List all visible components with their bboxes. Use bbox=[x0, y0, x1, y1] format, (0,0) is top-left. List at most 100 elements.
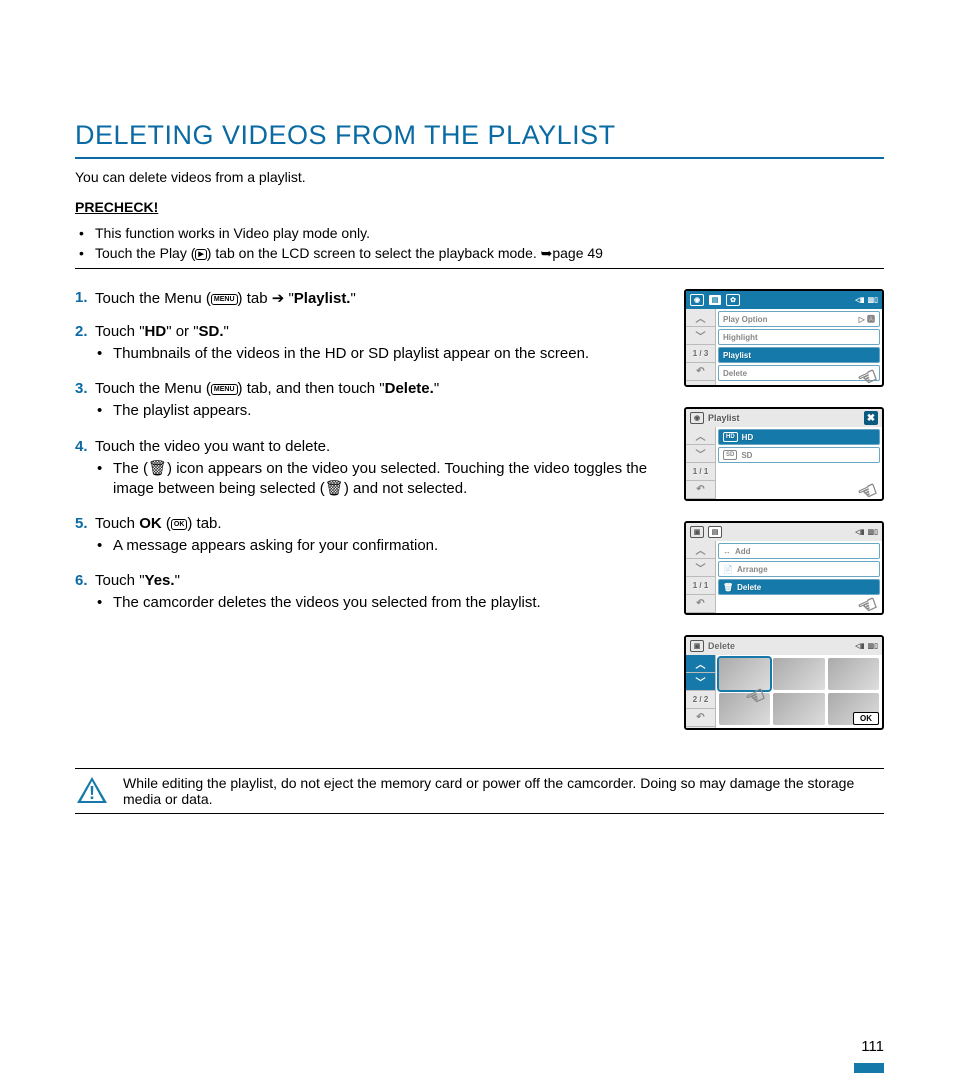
up-button[interactable]: ︿ bbox=[686, 309, 715, 327]
step-bullet: A message appears asking for your confir… bbox=[95, 536, 654, 556]
battery-icon: ▥▯ bbox=[868, 642, 878, 650]
screen-menu-playlist: ◉ ▤ ✿ ◁▮ ▥▯ ︿ ﹀ 1 / 3 ↶ Play Option ▷ 🅰 Hig… bbox=[684, 289, 884, 387]
menu-icon: MENU bbox=[211, 294, 238, 305]
precheck-item: Touch the Play () tab on the LCD screen … bbox=[75, 243, 884, 264]
svg-text:!: ! bbox=[89, 783, 95, 803]
row-icon: 🗑 bbox=[723, 583, 733, 592]
back-button[interactable]: ↶ bbox=[686, 363, 715, 381]
screen-playlist-hdsd: ◉ Playlist ✖ ︿ ﹀ 1 / 1 ↶ HDHDSDSD☜ bbox=[684, 407, 884, 501]
pager: 1 / 1 bbox=[686, 577, 715, 595]
accent-bar bbox=[854, 1063, 884, 1073]
row-label: Highlight bbox=[723, 333, 758, 342]
thumbnail[interactable] bbox=[828, 658, 879, 690]
ok-icon: OK bbox=[171, 519, 188, 530]
step-number: 3. bbox=[75, 380, 88, 397]
pager: 1 / 3 bbox=[686, 345, 715, 363]
hand-pointer-icon: ☜ bbox=[854, 476, 883, 501]
menu-row[interactable]: SD SD bbox=[718, 447, 880, 463]
down-button[interactable]: ﹀ bbox=[686, 559, 715, 577]
back-button[interactable]: ↶ bbox=[686, 595, 715, 613]
list-icon: ▤ bbox=[708, 294, 722, 306]
precheck-item: This function works in Video play mode o… bbox=[75, 223, 884, 243]
thumbnail[interactable] bbox=[773, 693, 824, 725]
screen-title: Delete bbox=[708, 641, 735, 651]
row-icon: ↔ bbox=[723, 547, 731, 556]
step-bullet: The (🗑) icon appears on the video you se… bbox=[95, 459, 654, 500]
thumbnail[interactable] bbox=[773, 658, 824, 690]
warning-text: While editing the playlist, do not eject… bbox=[123, 775, 884, 807]
menu-row[interactable]: Highlight bbox=[718, 329, 880, 345]
page-number: 111 bbox=[861, 1038, 884, 1055]
step-number: 4. bbox=[75, 438, 88, 455]
badge-icon: SD bbox=[723, 450, 737, 460]
thumbnail[interactable] bbox=[719, 658, 770, 690]
card-icon: ◁▮ bbox=[855, 642, 864, 650]
menu-row[interactable]: Play Option ▷ 🅰 bbox=[718, 311, 880, 327]
ok-button[interactable]: OK bbox=[853, 712, 879, 725]
step-item: 6.Touch "Yes."The camcorder deletes the … bbox=[75, 572, 654, 613]
play-icon: ▣ bbox=[690, 526, 704, 538]
badge-icon: HD bbox=[723, 432, 738, 442]
menu-row[interactable]: Playlist bbox=[718, 347, 880, 363]
screenshots-column: ◉ ▤ ✿ ◁▮ ▥▯ ︿ ﹀ 1 / 3 ↶ Play Option ▷ 🅰 Hig… bbox=[684, 289, 884, 750]
warning-note: ! While editing the playlist, do not eje… bbox=[75, 768, 884, 814]
menu-row[interactable]: ↔Add bbox=[718, 543, 880, 559]
battery-icon: ▥▯ bbox=[868, 528, 878, 536]
screen-delete-thumbs: ▣ Delete ◁▮ ▥▯ ︿ ﹀ 2 / 2 ↶ bbox=[684, 635, 884, 730]
row-label: HD bbox=[742, 433, 754, 442]
step-number: 1. bbox=[75, 289, 88, 306]
close-button[interactable]: ✖ bbox=[864, 411, 878, 425]
play-icon bbox=[195, 249, 206, 260]
pager: 2 / 2 bbox=[686, 691, 715, 709]
step-number: 6. bbox=[75, 572, 88, 589]
precheck-list: This function works in Video play mode o… bbox=[75, 223, 884, 269]
row-label: Delete bbox=[723, 369, 747, 378]
page-title: DELETING VIDEOS FROM THE PLAYLIST bbox=[75, 120, 884, 159]
thumbnail[interactable] bbox=[719, 693, 770, 725]
step-item: 1.Touch the Menu (MENU) tab ➔ "Playlist.… bbox=[75, 289, 654, 307]
up-button[interactable]: ︿ bbox=[686, 427, 715, 445]
pager: 1 / 1 bbox=[686, 463, 715, 481]
step-number: 2. bbox=[75, 323, 88, 340]
gear-icon: ✿ bbox=[726, 294, 740, 306]
down-button[interactable]: ﹀ bbox=[686, 673, 715, 691]
back-button[interactable]: ↶ bbox=[686, 709, 715, 727]
menu-row[interactable]: HD HD bbox=[718, 429, 880, 445]
back-button[interactable]: ↶ bbox=[686, 481, 715, 499]
row-right-icon: ▷ 🅰 bbox=[859, 314, 875, 325]
step-number: 5. bbox=[75, 515, 88, 532]
step-bullet: The camcorder deletes the videos you sel… bbox=[95, 593, 654, 613]
down-button[interactable]: ﹀ bbox=[686, 327, 715, 345]
row-label: SD bbox=[741, 451, 752, 460]
subtitle: You can delete videos from a playlist. bbox=[75, 169, 884, 185]
step-item: 5.Touch OK (OK) tab.A message appears as… bbox=[75, 515, 654, 556]
menu-row[interactable]: Delete bbox=[718, 365, 880, 381]
row-label: Playlist bbox=[723, 351, 751, 360]
up-button[interactable]: ︿ bbox=[686, 541, 715, 559]
list-icon: ▤ bbox=[708, 526, 722, 538]
row-label: Delete bbox=[737, 583, 761, 592]
row-label: Play Option bbox=[723, 315, 767, 324]
step-item: 4.Touch the video you want to delete.The… bbox=[75, 438, 654, 500]
precheck-heading: PRECHECK! bbox=[75, 199, 884, 215]
row-label: Arrange bbox=[737, 565, 768, 574]
step-bullet: Thumbnails of the videos in the HD or SD… bbox=[95, 344, 654, 364]
up-button[interactable]: ︿ bbox=[686, 655, 715, 673]
screen-title: Playlist bbox=[708, 413, 740, 423]
menu-icon: MENU bbox=[211, 384, 238, 395]
camera-icon: ◉ bbox=[690, 294, 704, 306]
battery-icon: ▥▯ bbox=[868, 296, 878, 304]
step-item: 2.Touch "HD" or "SD."Thumbnails of the v… bbox=[75, 323, 654, 364]
play-icon: ▣ bbox=[690, 640, 704, 652]
card-icon: ◁▮ bbox=[855, 528, 864, 536]
menu-row[interactable]: 📄 Arrange bbox=[718, 561, 880, 577]
step-bullet: The playlist appears. bbox=[95, 401, 654, 421]
row-icon: 📄 bbox=[723, 565, 733, 574]
steps-list: 1.Touch the Menu (MENU) tab ➔ "Playlist.… bbox=[75, 289, 654, 614]
menu-row[interactable]: 🗑 Delete bbox=[718, 579, 880, 595]
step-item: 3.Touch the Menu (MENU) tab, and then to… bbox=[75, 380, 654, 421]
screen-add-arrange-delete: ▣ ▤ ◁▮ ▥▯ ︿ ﹀ 1 / 1 ↶ ↔Add 📄 Arrange 🗑 Delete… bbox=[684, 521, 884, 615]
warning-icon: ! bbox=[75, 775, 109, 805]
down-button[interactable]: ﹀ bbox=[686, 445, 715, 463]
card-icon: ◁▮ bbox=[855, 296, 864, 304]
